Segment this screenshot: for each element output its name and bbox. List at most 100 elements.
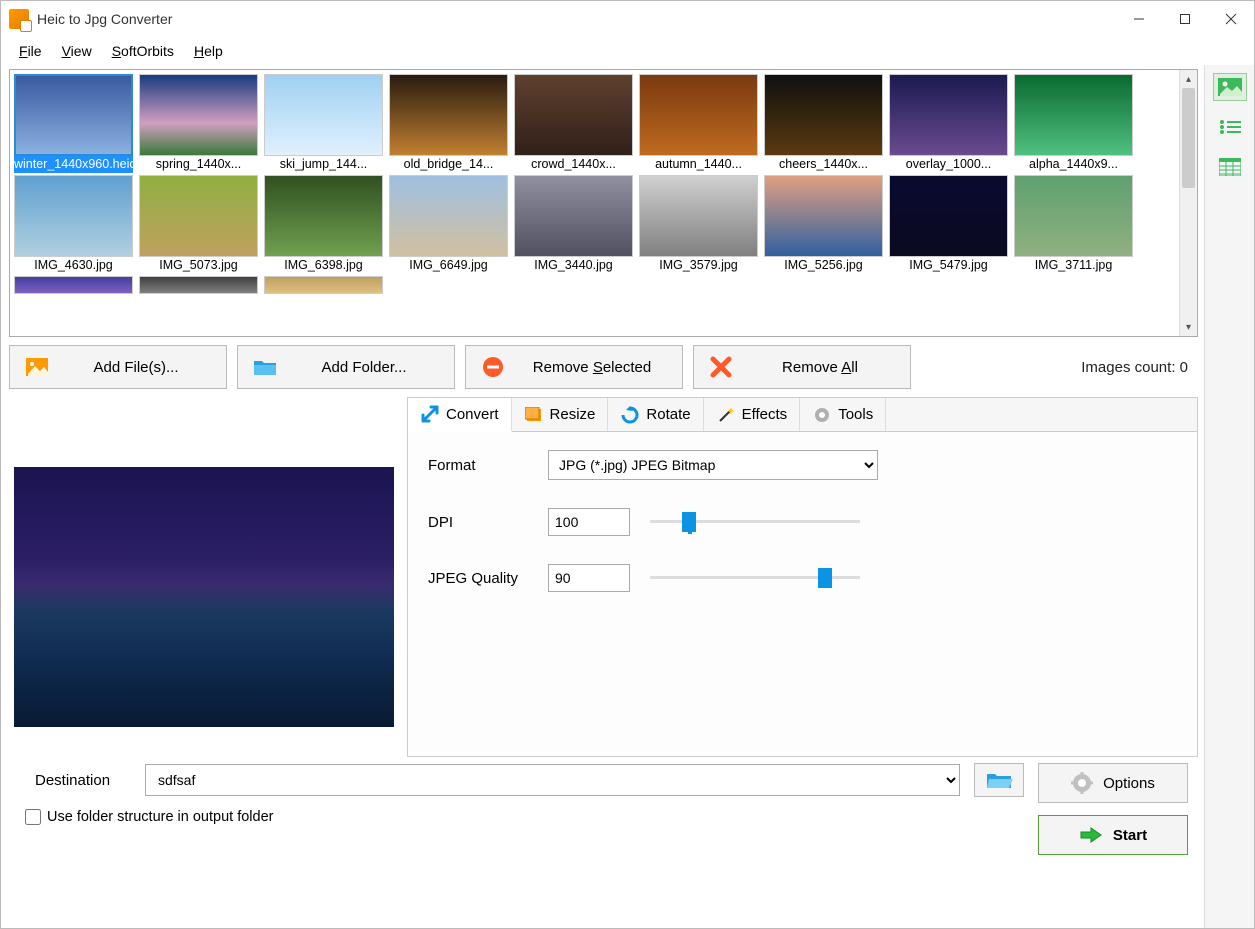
images-count-label: Images count: 0 (1081, 359, 1198, 376)
close-button[interactable] (1208, 1, 1254, 37)
quality-input[interactable] (548, 564, 630, 592)
thumbnail-item[interactable]: cheers_1440x... (764, 74, 883, 173)
tab-convert[interactable]: Convert (408, 398, 512, 432)
window-title: Heic to Jpg Converter (37, 11, 172, 27)
options-label: Options (1103, 775, 1155, 792)
thumbnail-caption: crowd_1440x... (514, 156, 633, 173)
add-folder-button[interactable]: Add Folder... (237, 345, 455, 389)
tab-effects-label: Effects (742, 406, 788, 423)
tab-tools[interactable]: Tools (800, 398, 886, 431)
preview-panel (9, 397, 399, 757)
thumbnail-image (1014, 175, 1133, 257)
action-bar: Add File(s)... Add Folder... Remove Sele… (9, 337, 1198, 397)
titlebar: Heic to Jpg Converter (1, 1, 1254, 37)
thumbnail-item[interactable]: IMG_5073.jpg (139, 175, 258, 274)
thumbnail-item[interactable]: ski_jump_144... (264, 74, 383, 173)
add-folder-label: Add Folder... (288, 359, 440, 376)
dpi-label: DPI (428, 514, 548, 531)
add-files-button[interactable]: Add File(s)... (9, 345, 227, 389)
thumbnail-caption: IMG_5256.jpg (764, 257, 883, 274)
scroll-down-icon[interactable]: ▾ (1180, 318, 1197, 336)
dpi-input[interactable] (548, 508, 630, 536)
thumbnail-item[interactable]: IMG_3579.jpg (639, 175, 758, 274)
tab-rotate[interactable]: Rotate (608, 398, 703, 431)
destination-select[interactable]: sdfsaf (145, 764, 960, 796)
wand-icon (716, 405, 736, 425)
thumbnail-caption: alpha_1440x9... (1014, 156, 1133, 173)
gear-icon (1071, 772, 1093, 794)
start-button[interactable]: Start (1038, 815, 1188, 855)
thumbnail-caption: IMG_4630.jpg (14, 257, 133, 274)
folder-open-icon (985, 770, 1013, 790)
menu-help[interactable]: Help (186, 41, 231, 61)
thumbnail-caption: ski_jump_144... (264, 156, 383, 173)
thumbnail-item[interactable] (139, 276, 258, 294)
thumbnail-item[interactable]: autumn_1440... (639, 74, 758, 173)
remove-icon (480, 356, 506, 378)
thumbnail-item[interactable]: alpha_1440x9... (1014, 74, 1133, 173)
thumbnail-item[interactable]: IMG_3440.jpg (514, 175, 633, 274)
options-button[interactable]: Options (1038, 763, 1188, 803)
tab-resize-label: Resize (550, 406, 596, 423)
thumbnail-item[interactable]: overlay_1000... (889, 74, 1008, 173)
thumbnail-image (139, 175, 258, 257)
slider-thumb[interactable] (818, 568, 832, 588)
thumbnail-caption: IMG_6398.jpg (264, 257, 383, 274)
minimize-button[interactable] (1116, 1, 1162, 37)
menubar: File View SoftOrbits Help (1, 37, 1254, 65)
slider-thumb[interactable] (682, 512, 696, 532)
quality-slider[interactable] (650, 566, 860, 590)
use-folder-structure-checkbox[interactable] (25, 809, 41, 825)
convert-panel: Format JPG (*.jpg) JPEG Bitmap DPI J (408, 432, 1197, 756)
remove-selected-label: Remove Selected (516, 359, 668, 376)
thumbnail-item[interactable]: IMG_6398.jpg (264, 175, 383, 274)
arrow-right-icon (1079, 825, 1103, 845)
thumbnail-caption: IMG_3711.jpg (1014, 257, 1133, 274)
thumbnail-caption: spring_1440x... (139, 156, 258, 173)
thumbnail-item[interactable]: winter_1440x960.heic (14, 74, 133, 173)
dpi-slider[interactable] (650, 510, 860, 534)
thumbnail-image (514, 175, 633, 257)
thumbnail-image (139, 74, 258, 156)
tab-resize[interactable]: Resize (512, 398, 609, 431)
use-folder-structure-label: Use folder structure in output folder (47, 809, 273, 825)
format-select[interactable]: JPG (*.jpg) JPEG Bitmap (548, 450, 878, 480)
menu-file[interactable]: File (11, 41, 50, 61)
tabs-pane: Convert Resize Rotate Effects (407, 397, 1198, 757)
image-icon (24, 356, 50, 378)
thumbnail-caption: cheers_1440x... (764, 156, 883, 173)
thumbnail-image (264, 74, 383, 156)
gallery-scrollbar[interactable]: ▴ ▾ (1179, 70, 1197, 336)
remove-all-button[interactable]: Remove All (693, 345, 911, 389)
thumbnail-item[interactable]: spring_1440x... (139, 74, 258, 173)
thumbnail-caption: IMG_5479.jpg (889, 257, 1008, 274)
gear-icon (812, 405, 832, 425)
remove-all-label: Remove All (744, 359, 896, 376)
menu-view[interactable]: View (54, 41, 100, 61)
thumbnail-caption: IMG_5073.jpg (139, 257, 258, 274)
thumbnail-image (639, 74, 758, 156)
thumbnail-item[interactable] (264, 276, 383, 294)
thumbnail-item[interactable]: IMG_5256.jpg (764, 175, 883, 274)
maximize-button[interactable] (1162, 1, 1208, 37)
thumbnail-caption: IMG_3440.jpg (514, 257, 633, 274)
thumbnail-item[interactable]: crowd_1440x... (514, 74, 633, 173)
thumbnail-caption: IMG_6649.jpg (389, 257, 508, 274)
thumbnail-item[interactable]: IMG_6649.jpg (389, 175, 508, 274)
thumbnail-caption: old_bridge_14... (389, 156, 508, 173)
thumbnail-item[interactable]: IMG_3711.jpg (1014, 175, 1133, 274)
thumbnail-item[interactable] (14, 276, 133, 294)
thumbnail-item[interactable]: IMG_5479.jpg (889, 175, 1008, 274)
thumbnail-item[interactable]: IMG_4630.jpg (14, 175, 133, 274)
thumbnail-item[interactable]: old_bridge_14... (389, 74, 508, 173)
view-details-button[interactable] (1213, 153, 1247, 181)
scroll-thumb[interactable] (1182, 88, 1195, 188)
browse-button[interactable] (974, 763, 1024, 797)
view-list-button[interactable] (1213, 113, 1247, 141)
scroll-up-icon[interactable]: ▴ (1180, 70, 1197, 88)
thumbnail-image (14, 74, 133, 156)
view-thumbnails-button[interactable] (1213, 73, 1247, 101)
tab-effects[interactable]: Effects (704, 398, 801, 431)
remove-selected-button[interactable]: Remove Selected (465, 345, 683, 389)
menu-softorbits[interactable]: SoftOrbits (104, 41, 182, 61)
